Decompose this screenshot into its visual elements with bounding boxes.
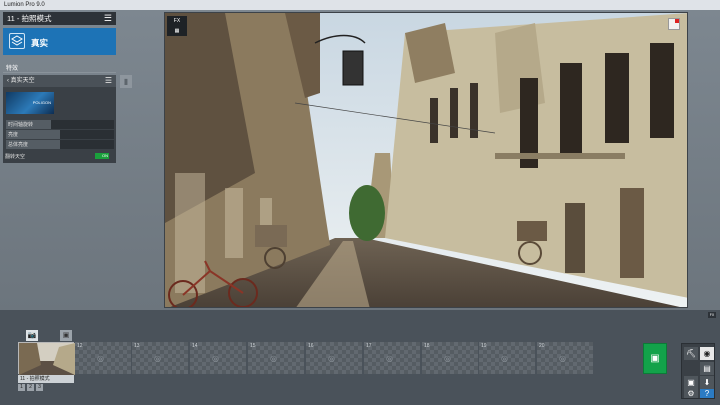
slider-label: 总体亮度 [8,142,29,148]
sky-thumbnail[interactable]: POLIGON [6,92,54,114]
output-icon[interactable]: ⬇ [700,376,714,389]
camera-icon: ◎ [386,354,393,363]
add-effect-icon[interactable]: ▮ [120,75,132,88]
photo-slot[interactable]: 14 ◎ [190,342,246,374]
page-button-2[interactable]: 2 [27,384,34,391]
camera-icon: ◎ [328,354,335,363]
page-button-1[interactable]: 1 [18,384,25,391]
photo-slot[interactable]: 12 ◎ [75,342,131,374]
photo-slot[interactable]: 16 ◎ [306,342,362,374]
camera-icon: ◎ [444,354,451,363]
divider [3,72,116,73]
camera-icon: ◎ [501,354,508,363]
save-scene-icon[interactable]: ▣ [684,376,698,389]
slider-overall-brightness[interactable]: 总体亮度 [6,140,114,149]
photo-mode-icon[interactable]: ◉ [700,347,714,360]
slot-number: 19 [481,343,487,349]
slider-sky-rotation[interactable]: 时间轴旋转 [6,120,114,129]
photo-slot[interactable]: 19 ◎ [479,342,535,374]
fullscreen-icon[interactable] [668,18,680,30]
camera-icon: ◎ [270,354,277,363]
mode-header[interactable]: 11 - 拍照模式 ☰ [3,12,116,25]
camera-icon: ◎ [559,354,566,363]
slider-brightness[interactable]: 亮度 [6,130,114,139]
effects-label: 特效 [6,66,19,72]
settings-gear-icon[interactable]: ⚙ [684,389,698,398]
slot-number: 14 [192,343,198,349]
camera-icon: ◎ [212,354,219,363]
flip-sky-toggle[interactable]: ON [95,153,109,159]
photo-slot[interactable]: 18 ◎ [422,342,478,374]
effect-title: 真实天空 [10,78,35,84]
toggle-label: 翻转天空 [5,154,26,160]
active-slot-label: 11 - 拍照模式 [18,375,74,383]
real-button[interactable]: 真实 [3,28,116,55]
real-button-label: 真实 [31,38,49,48]
slot-number: 17 [366,343,372,349]
page-button-3[interactable]: 3 [36,384,43,391]
photo-slot-active[interactable] [18,342,75,375]
flip-sky-row: 翻转天空 ON [3,152,111,161]
thumbnail-caption: POLIGON [32,100,51,105]
slot-number: 16 [308,343,314,349]
slider-label: 亮度 [8,132,19,138]
fx-tab[interactable]: FX [708,312,716,318]
slot-thumbnail [19,343,75,375]
scene-image [165,13,687,307]
mode-title: 11 - 拍照模式 [7,14,52,23]
camera-icon: ◎ [97,354,104,363]
red-dot-icon [675,19,679,23]
effect-panel: ‹ 真实天空 ☰ POLIGON 时间轴旋转 亮度 总体亮度 [3,75,116,163]
help-button[interactable]: ? [700,389,714,398]
effect-header[interactable]: ‹ 真实天空 ☰ [3,75,116,87]
movie-mode-icon[interactable]: ▤ [700,362,714,375]
slot-number: 13 [134,343,140,349]
viewport-fx-badge[interactable]: FX ▦ [167,16,187,36]
camera-icon: ◎ [154,354,161,363]
real-layers-icon [9,33,25,49]
slot-number: 18 [424,343,430,349]
photo-slot[interactable]: 13 ◎ [132,342,188,374]
slider-label: 时间轴旋转 [8,122,34,128]
photo-slot[interactable]: 15 ◎ [248,342,304,374]
camera-icon[interactable]: 📷 [26,330,38,341]
render-photo-button[interactable]: ▣ [643,343,667,374]
build-mode-icon[interactable]: ⛏ [684,347,698,360]
photo-slot[interactable]: 17 ◎ [364,342,420,374]
slot-number: 12 [77,343,83,349]
slot-number: 15 [250,343,256,349]
slot-number: 20 [539,343,545,349]
photo-slot[interactable]: 20 ◎ [537,342,593,374]
window-title: Lumion Pro 9.0 [0,0,720,10]
fx-badge-text: FX [173,18,181,24]
mode-switcher: ⛏ ◉ ▤ ▣ ⬇ ⚙ ? [681,343,715,399]
hamburger-icon[interactable]: ☰ [104,12,112,25]
effect-menu-icon[interactable]: ☰ [105,75,112,87]
render-viewport[interactable] [164,12,688,308]
save-icon[interactable]: ▣ [60,330,72,341]
